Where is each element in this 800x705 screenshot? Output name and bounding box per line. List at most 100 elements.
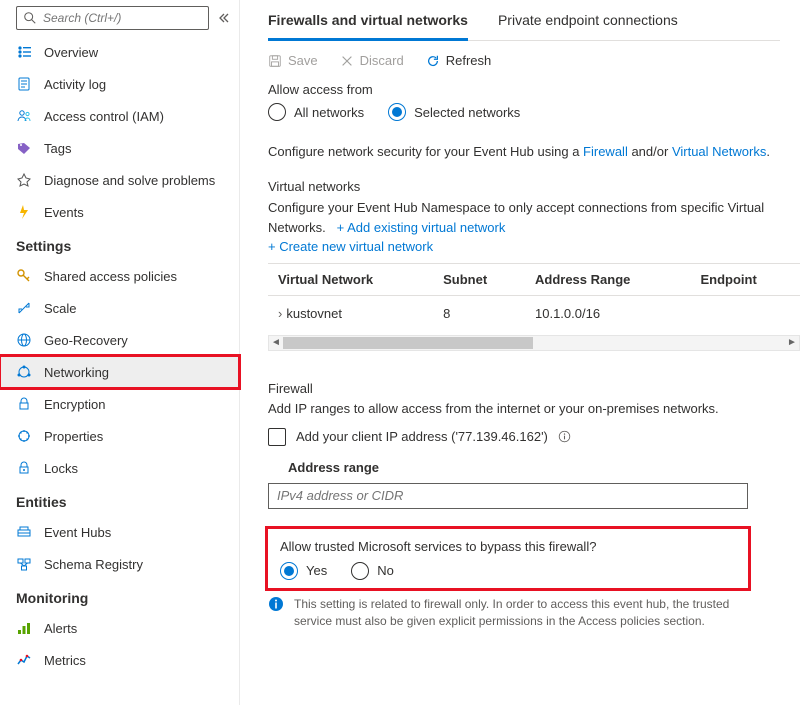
radio-selected-networks[interactable]: Selected networks [388, 103, 520, 121]
sidebar-item-label: Scale [44, 301, 77, 316]
radio-all-networks[interactable]: All networks [268, 103, 364, 121]
nav-group-header: Monitoring [0, 580, 239, 612]
nav-group-header: Settings [0, 228, 239, 260]
info-icon [268, 596, 284, 630]
sidebar-item-label: Schema Registry [44, 557, 143, 572]
sidebar-item-label: Events [44, 205, 84, 220]
sidebar-item-label: Tags [44, 141, 71, 156]
events-icon [16, 204, 32, 220]
radio-label: Selected networks [414, 105, 520, 120]
firewall-desc: Add IP ranges to allow access from the i… [268, 400, 800, 418]
discard-button[interactable]: Discard [340, 53, 404, 68]
nav-group-header: Entities [0, 484, 239, 516]
sidebar-search[interactable] [16, 6, 209, 30]
metrics-icon [16, 652, 32, 668]
sidebar-item-label: Shared access policies [44, 269, 177, 284]
address-range-label: Address range [288, 460, 800, 475]
radio-label: Yes [306, 563, 327, 578]
scale-icon [16, 300, 32, 316]
horizontal-scrollbar[interactable]: ◄ ► [268, 335, 800, 351]
sidebar: Overview Activity log Access control (IAM)… [0, 0, 240, 705]
sidebar-item-iam[interactable]: Access control (IAM) [0, 100, 239, 132]
sidebar-item-props[interactable]: Properties [0, 420, 239, 452]
lock-icon [16, 396, 32, 412]
sidebar-item-events[interactable]: Events [0, 196, 239, 228]
tab-firewalls[interactable]: Firewalls and virtual networks [268, 4, 468, 41]
sidebar-item-label: Event Hubs [44, 525, 111, 540]
radio-icon [268, 103, 286, 121]
diagnose-icon [16, 172, 32, 188]
sidebar-item-label: Networking [44, 365, 109, 380]
scroll-thumb[interactable] [283, 337, 533, 349]
firewall-header: Firewall [268, 381, 800, 396]
overview-icon [16, 44, 32, 60]
add-client-ip-checkbox[interactable] [268, 428, 286, 446]
scroll-left-icon: ◄ [269, 336, 283, 350]
table-row[interactable]: ›kustovnet 8 10.1.0.0/16 [268, 295, 800, 331]
vnet-header: Virtual networks [268, 179, 800, 194]
schema-icon [16, 556, 32, 572]
sidebar-item-diagnose[interactable]: Diagnose and solve problems [0, 164, 239, 196]
toolbar: Save Discard Refresh [268, 41, 800, 82]
network-icon [16, 364, 32, 380]
radio-trusted-yes[interactable]: Yes [280, 562, 327, 580]
sidebar-item-activity[interactable]: Activity log [0, 68, 239, 100]
sidebar-item-label: Metrics [44, 653, 86, 668]
save-label: Save [288, 53, 318, 68]
sidebar-item-label: Overview [44, 45, 98, 60]
radio-label: No [377, 563, 394, 578]
search-icon [23, 11, 37, 25]
sidebar-item-metrics[interactable]: Metrics [0, 644, 239, 676]
info-icon[interactable] [558, 430, 571, 443]
collapse-sidebar-button[interactable] [213, 8, 233, 28]
save-button[interactable]: Save [268, 53, 318, 68]
radio-trusted-no[interactable]: No [351, 562, 394, 580]
refresh-button[interactable]: Refresh [426, 53, 492, 68]
radio-icon [388, 103, 406, 121]
sidebar-item-schema[interactable]: Schema Registry [0, 548, 239, 580]
sidebar-item-overview[interactable]: Overview [0, 36, 239, 68]
sidebar-item-label: Alerts [44, 621, 77, 636]
sidebar-item-locks[interactable]: Locks [0, 452, 239, 484]
eventhubs-icon [16, 524, 32, 540]
address-range-input[interactable] [268, 483, 748, 509]
sidebar-item-tags[interactable]: Tags [0, 132, 239, 164]
tab-private-endpoint[interactable]: Private endpoint connections [498, 4, 678, 40]
geo-icon [16, 332, 32, 348]
network-description: Configure network security for your Even… [268, 143, 800, 161]
alerts-icon [16, 620, 32, 636]
create-new-vnet-link[interactable]: + Create new virtual network [268, 239, 433, 254]
access-from-label: Allow access from [268, 82, 800, 97]
sidebar-item-alerts[interactable]: Alerts [0, 612, 239, 644]
sidebar-item-lock[interactable]: Encryption [0, 388, 239, 420]
col-vnet: Virtual Network [268, 263, 433, 295]
info-note: This setting is related to firewall only… [268, 596, 768, 630]
trusted-question: Allow trusted Microsoft services to bypa… [280, 539, 736, 554]
vnet-desc: Configure your Event Hub Namespace to on… [268, 198, 800, 257]
sidebar-item-key[interactable]: Shared access policies [0, 260, 239, 292]
activity-icon [16, 76, 32, 92]
radio-label: All networks [294, 105, 364, 120]
scroll-right-icon: ► [785, 336, 799, 350]
chevron-right-icon: › [278, 306, 282, 321]
sidebar-item-label: Encryption [44, 397, 105, 412]
vnet-doc-link[interactable]: Virtual Networks [672, 144, 766, 159]
search-input[interactable] [43, 11, 202, 25]
firewall-doc-link[interactable]: Firewall [583, 144, 628, 159]
sidebar-item-scale[interactable]: Scale [0, 292, 239, 324]
main-content: Firewalls and virtual networks Private e… [240, 0, 800, 705]
refresh-label: Refresh [446, 53, 492, 68]
tabs: Firewalls and virtual networks Private e… [268, 4, 780, 41]
tags-icon [16, 140, 32, 156]
sidebar-item-geo[interactable]: Geo-Recovery [0, 324, 239, 356]
sidebar-item-label: Activity log [44, 77, 106, 92]
client-ip-label: Add your client IP address ('77.139.46.1… [296, 429, 548, 444]
sidebar-item-eventhubs[interactable]: Event Hubs [0, 516, 239, 548]
sidebar-item-label: Access control (IAM) [44, 109, 164, 124]
radio-icon [351, 562, 369, 580]
sidebar-item-network[interactable]: Networking [0, 356, 239, 388]
sidebar-item-label: Diagnose and solve problems [44, 173, 215, 188]
add-existing-vnet-link[interactable]: + Add existing virtual network [337, 220, 506, 235]
col-endpoint: Endpoint [690, 263, 800, 295]
discard-label: Discard [360, 53, 404, 68]
